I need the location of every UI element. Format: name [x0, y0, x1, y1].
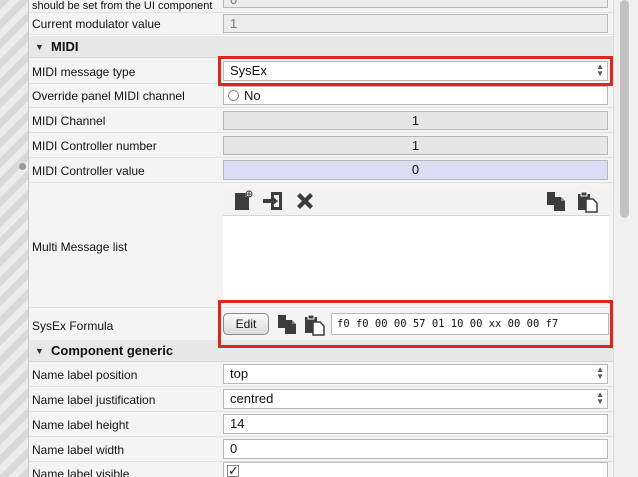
scrollbar-thumb[interactable]: [620, 0, 629, 218]
property-label: Name label justification: [32, 393, 156, 407]
property-row: should be set from the UI component 0: [29, 0, 613, 13]
selected-value: centred: [230, 391, 274, 406]
property-row: Name label visible ✓: [29, 462, 613, 477]
property-row: Name label width 0: [29, 437, 613, 462]
property-label: should be set from the UI component: [32, 0, 213, 12]
midi-controller-value-slider[interactable]: 0: [223, 160, 608, 180]
property-label: Name label visible: [32, 467, 130, 477]
property-label: Override panel MIDI channel: [32, 89, 185, 103]
property-label: Current modulator value: [32, 17, 161, 31]
copy-icon[interactable]: [544, 189, 568, 213]
name-label-justification-select[interactable]: centred ▲ ▼: [223, 389, 608, 409]
property-row: Multi Message list: [29, 183, 613, 308]
property-label: MIDI Channel: [32, 114, 106, 128]
name-label-visible-field: ✓: [223, 462, 608, 477]
delete-icon[interactable]: [293, 189, 317, 213]
property-label: Name label height: [32, 418, 129, 432]
property-row: Name label position top ▲ ▼: [29, 362, 613, 387]
paste-icon[interactable]: [575, 189, 599, 213]
property-row: MIDI Channel 1: [29, 108, 613, 133]
section-title: MIDI: [51, 39, 79, 54]
name-label-height-input[interactable]: 14: [223, 414, 608, 434]
highlight-box: [218, 56, 613, 86]
radio-label: No: [244, 88, 261, 103]
property-row: Name label justification centred ▲ ▼: [29, 387, 613, 412]
property-value[interactable]: 0: [223, 0, 608, 8]
select-arrows-icon: ▲ ▼: [596, 390, 604, 406]
insert-icon[interactable]: [261, 189, 285, 213]
section-title: Component generic: [51, 343, 174, 358]
select-arrows-icon: ▲ ▼: [596, 365, 604, 381]
property-row: Name label height 14: [29, 412, 613, 437]
name-label-position-select[interactable]: top ▲ ▼: [223, 364, 608, 384]
override-channel-field: No: [223, 86, 608, 105]
multi-message-list[interactable]: [223, 216, 609, 304]
properties-panel: should be set from the UI component 0 Cu…: [29, 0, 613, 477]
multi-message-toolbar: [223, 186, 609, 216]
new-message-icon[interactable]: [231, 189, 255, 213]
section-header-midi[interactable]: ▼ MIDI: [29, 36, 613, 58]
current-modulator-value: 1: [223, 14, 608, 33]
collapse-triangle-icon[interactable]: ▼: [35, 42, 44, 52]
midi-channel-slider[interactable]: 1: [223, 111, 608, 130]
override-channel-radio[interactable]: [228, 90, 239, 101]
property-label: MIDI message type: [32, 65, 136, 79]
property-row: Current modulator value 1: [29, 13, 613, 35]
property-row: MIDI Controller value 0: [29, 158, 613, 183]
collapse-triangle-icon[interactable]: ▼: [35, 346, 44, 356]
highlight-box: [218, 300, 613, 348]
property-label: Multi Message list: [32, 240, 128, 254]
name-label-width-input[interactable]: 0: [223, 439, 608, 459]
property-label: Name label position: [32, 368, 138, 382]
property-label: MIDI Controller number: [32, 139, 157, 153]
property-label: MIDI Controller value: [32, 164, 145, 178]
selected-value: top: [230, 366, 249, 381]
property-row: Override panel MIDI channel No: [29, 84, 613, 108]
midi-controller-number-slider[interactable]: 1: [223, 136, 608, 155]
property-row: MIDI Controller number 1: [29, 133, 613, 158]
property-label: Name label width: [32, 443, 125, 457]
name-label-visible-checkbox[interactable]: ✓: [227, 464, 239, 477]
vertical-scrollbar[interactable]: [613, 0, 638, 477]
left-gutter: [0, 0, 28, 477]
property-label: SysEx Formula: [32, 319, 114, 333]
splitter-handle[interactable]: [19, 163, 26, 170]
